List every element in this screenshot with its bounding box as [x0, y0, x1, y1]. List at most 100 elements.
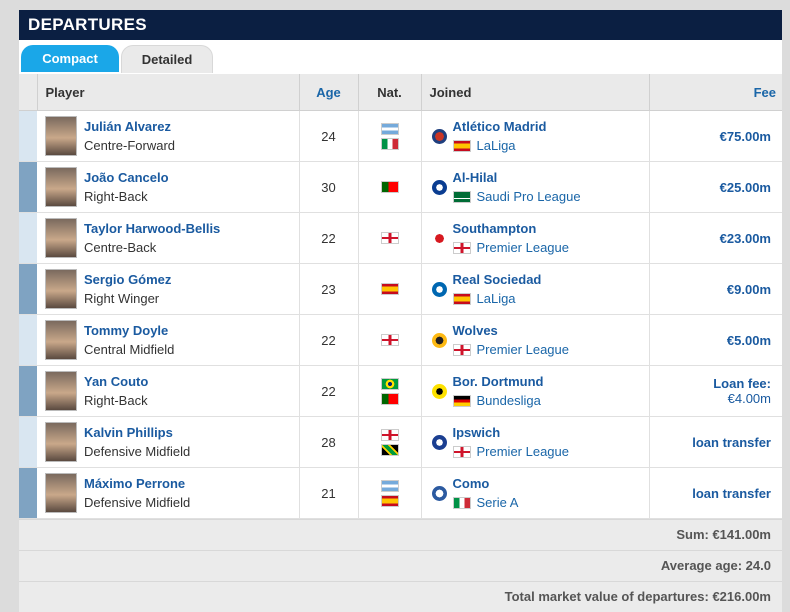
nationality-cell — [358, 314, 422, 366]
player-cell: Máximo Perrone Defensive Midfield — [37, 467, 300, 519]
transfer-fee[interactable]: loan transfer — [650, 435, 771, 450]
tab-detailed[interactable]: Detailed — [121, 45, 213, 73]
player-position: Central Midfield — [84, 342, 175, 357]
league-name[interactable]: LaLiga — [477, 136, 516, 155]
league-name[interactable]: Premier League — [477, 442, 570, 461]
joined-cell: Al-Hilal Saudi Pro League — [421, 161, 650, 213]
player-age: 22 — [299, 212, 359, 264]
table-row: Yan Couto Right-Back 22 Bor. Dortmund Bu… — [19, 365, 782, 417]
player-position: Right-Back — [84, 189, 148, 204]
player-position: Right-Back — [84, 393, 148, 408]
club-crest-icon[interactable] — [431, 332, 447, 348]
transfer-fee[interactable]: €23.00m — [650, 231, 771, 246]
player-photo[interactable] — [45, 320, 77, 360]
table-row: Kalvin Phillips Defensive Midfield 28 Ip… — [19, 416, 782, 468]
flag-spain-icon — [380, 494, 399, 507]
column-header-age[interactable]: Age — [299, 74, 359, 111]
club-crest-icon[interactable] — [431, 434, 447, 450]
player-cell: Sergio Gómez Right Winger — [37, 263, 300, 315]
club-name[interactable]: Wolves — [453, 321, 570, 340]
flag-spain-icon — [452, 292, 471, 305]
club-name[interactable]: Atlético Madrid — [453, 117, 547, 136]
club-name[interactable]: Real Sociedad — [453, 270, 542, 289]
row-marker — [19, 161, 37, 213]
transfer-fee[interactable]: €75.00m — [650, 129, 771, 144]
club-name[interactable]: Southampton — [453, 219, 570, 238]
transfer-fee[interactable]: Loan fee: — [650, 376, 771, 391]
joined-cell: Wolves Premier League — [421, 314, 650, 366]
club-crest-icon[interactable] — [431, 281, 447, 297]
club-name[interactable]: Bor. Dortmund — [453, 372, 544, 391]
transfer-fee[interactable]: €9.00m — [650, 282, 771, 297]
league-name[interactable]: LaLiga — [477, 289, 516, 308]
player-photo[interactable] — [45, 116, 77, 156]
player-age: 30 — [299, 161, 359, 213]
club-crest-icon[interactable] — [431, 383, 447, 399]
nationality-cell — [358, 467, 422, 519]
player-position: Defensive Midfield — [84, 495, 191, 510]
tab-compact[interactable]: Compact — [21, 45, 119, 72]
player-photo[interactable] — [45, 473, 77, 513]
row-marker — [19, 263, 37, 315]
section-title: DEPARTURES — [19, 10, 782, 40]
club-name[interactable]: Como — [453, 474, 519, 493]
joined-cell: Real Sociedad LaLiga — [421, 263, 650, 315]
joined-cell: Como Serie A — [421, 467, 650, 519]
fee-cell: €23.00m — [649, 212, 782, 264]
league-name[interactable]: Premier League — [477, 340, 570, 359]
table-header-row: Player Age Nat. Joined Fee — [19, 74, 782, 111]
club-crest-icon[interactable] — [431, 179, 447, 195]
player-cell: Taylor Harwood-Bellis Centre-Back — [37, 212, 300, 264]
nationality-cell — [358, 416, 422, 468]
player-name[interactable]: Kalvin Phillips — [84, 423, 190, 442]
league-name[interactable]: Saudi Pro League — [477, 187, 581, 206]
club-crest-icon[interactable] — [431, 230, 447, 246]
table-row: Julián Alvarez Centre-Forward 24 Atlétic… — [19, 110, 782, 162]
transfer-fee[interactable]: loan transfer — [650, 486, 771, 501]
player-name[interactable]: Máximo Perrone — [84, 474, 190, 493]
joined-cell: Bor. Dortmund Bundesliga — [421, 365, 650, 417]
player-photo[interactable] — [45, 218, 77, 258]
nationality-cell — [358, 110, 422, 162]
player-name[interactable]: Taylor Harwood-Bellis — [84, 219, 220, 238]
flag-argentina-icon — [380, 122, 399, 135]
transfer-fee[interactable]: €25.00m — [650, 180, 771, 195]
club-name[interactable]: Al-Hilal — [453, 168, 581, 187]
player-photo[interactable] — [45, 371, 77, 411]
table-row: João Cancelo Right-Back 30 Al-Hilal Saud… — [19, 161, 782, 213]
nationality-cell — [358, 263, 422, 315]
fee-cell: loan transfer — [649, 467, 782, 519]
fee-cell: €5.00m — [649, 314, 782, 366]
player-position: Defensive Midfield — [84, 444, 191, 459]
column-header-joined: Joined — [421, 74, 650, 111]
loan-fee-amount: €4.00m — [727, 391, 771, 406]
player-photo[interactable] — [45, 269, 77, 309]
column-header-fee[interactable]: Fee — [649, 74, 782, 111]
league-name[interactable]: Serie A — [477, 493, 519, 512]
flag-argentina-icon — [380, 479, 399, 492]
club-crest-icon[interactable] — [431, 485, 447, 501]
player-name[interactable]: Sergio Gómez — [84, 270, 171, 289]
player-name[interactable]: Tommy Doyle — [84, 321, 174, 340]
column-header-player[interactable]: Player — [37, 74, 300, 111]
club-crest-icon[interactable] — [431, 128, 447, 144]
player-age: 22 — [299, 314, 359, 366]
flag-spain-icon — [380, 283, 399, 295]
transfer-fee[interactable]: €5.00m — [650, 333, 771, 348]
league-name[interactable]: Bundesliga — [477, 391, 541, 410]
nationality-cell — [358, 212, 422, 264]
departures-box: DEPARTURES Compact Detailed Player Age N… — [19, 10, 782, 612]
player-name[interactable]: João Cancelo — [84, 168, 169, 187]
player-photo[interactable] — [45, 167, 77, 207]
league-name[interactable]: Premier League — [477, 238, 570, 257]
flag-spain-icon — [452, 139, 471, 152]
table-row: Sergio Gómez Right Winger 23 Real Socied… — [19, 263, 782, 315]
flag-england-icon — [452, 343, 471, 356]
club-name[interactable]: Ipswich — [453, 423, 570, 442]
player-photo[interactable] — [45, 422, 77, 462]
player-name[interactable]: Yan Couto — [84, 372, 148, 391]
player-name[interactable]: Julián Alvarez — [84, 117, 175, 136]
player-cell: Kalvin Phillips Defensive Midfield — [37, 416, 300, 468]
fee-cell: €75.00m — [649, 110, 782, 162]
player-position: Right Winger — [84, 291, 160, 306]
